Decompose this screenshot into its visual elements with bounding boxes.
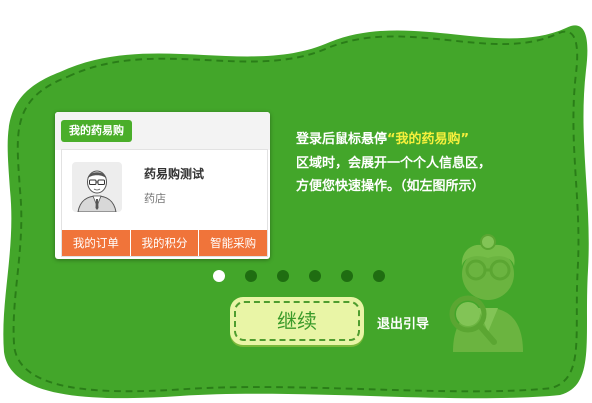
personal-info-popup: 药易购测试 药店 我的订单 我的积分 智能采购 bbox=[61, 149, 268, 257]
step-dot-6[interactable] bbox=[373, 270, 385, 282]
guide-line-2: 区域时，会展开一个个人信息区， bbox=[296, 155, 492, 171]
user-name: 药易购测试 bbox=[144, 167, 205, 181]
avatar-man-icon bbox=[72, 162, 122, 212]
highlight-text: “我的药易购” bbox=[387, 132, 470, 147]
quick-links: 我的订单 我的积分 智能采购 bbox=[62, 230, 268, 256]
step-dot-4[interactable] bbox=[309, 270, 321, 282]
guide-line-3: 方便您快速操作。（如左图所示） bbox=[296, 179, 485, 194]
guide-line-1: 登录后鼠标悬停“我的药易购” bbox=[296, 132, 470, 147]
step-dot-3[interactable] bbox=[277, 270, 289, 282]
card-header-bar: 我的药易购 bbox=[55, 112, 270, 150]
my-points-link[interactable]: 我的积分 bbox=[130, 230, 200, 256]
store-type: 药店 bbox=[144, 192, 166, 205]
step-dot-2[interactable] bbox=[245, 270, 257, 282]
smart-purchase-link[interactable]: 智能采购 bbox=[199, 230, 268, 256]
continue-button[interactable]: 继续 bbox=[230, 297, 364, 345]
doctor-illustration bbox=[449, 234, 523, 352]
guide-description: 登录后鼠标悬停“我的药易购” 区域时，会展开一个个人信息区， 方便您快速操作。（… bbox=[296, 128, 546, 199]
step-dot-5[interactable] bbox=[341, 270, 353, 282]
my-orders-link[interactable]: 我的订单 bbox=[62, 230, 131, 256]
my-yiyigou-preview-card: 我的药易购 药易购测试 药店 我的订单 我的积分 智能采购 bbox=[55, 112, 270, 259]
exit-guide-link[interactable]: 退出引导 bbox=[377, 313, 429, 332]
step-dot-1[interactable] bbox=[213, 270, 225, 282]
my-yiyigou-button[interactable]: 我的药易购 bbox=[61, 120, 132, 142]
